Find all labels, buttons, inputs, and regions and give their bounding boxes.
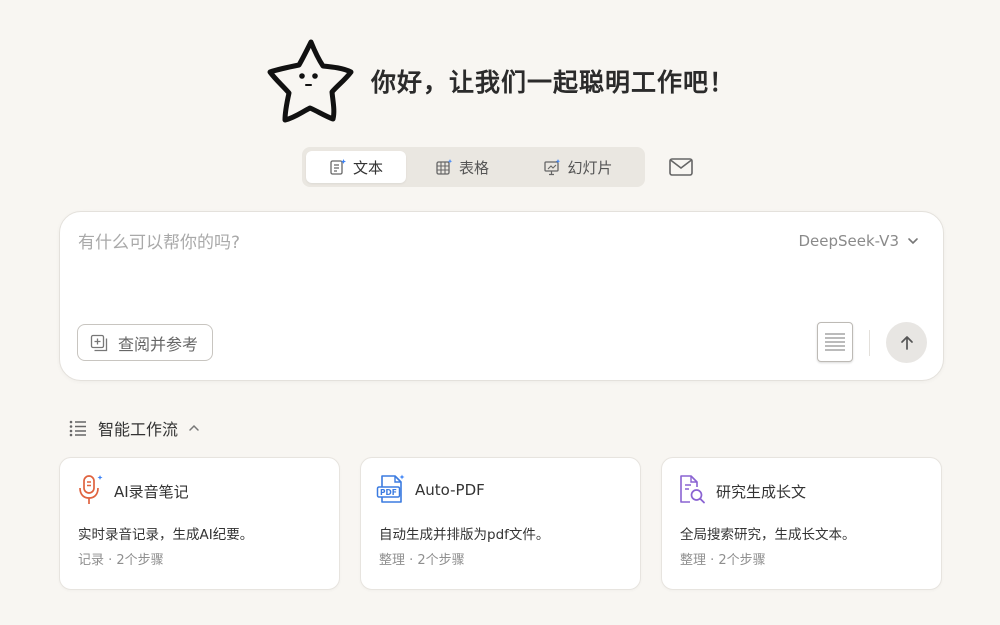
app-root: 你好，让我们一起聪明工作吧！ 文本 表格 幻灯片 有什么可以帮你的吗? Deep…	[0, 0, 1000, 625]
document-button[interactable]	[817, 322, 853, 362]
svg-text:PDF: PDF	[380, 488, 397, 497]
table-icon	[436, 159, 453, 175]
reference-button-label: 查阅并参考	[118, 334, 199, 354]
toolbar-divider	[869, 330, 870, 356]
tab-table[interactable]: 表格	[406, 151, 518, 183]
tab-text[interactable]: 文本	[306, 151, 406, 183]
chevron-down-icon	[908, 238, 918, 245]
send-button[interactable]	[886, 322, 927, 363]
workflow-card-meta: 记录 · 2个步骤	[78, 553, 164, 568]
workflow-card-ai-recording[interactable]: AI录音笔记 实时录音记录，生成AI纪要。 记录 · 2个步骤	[59, 457, 340, 590]
workflow-card-auto-pdf[interactable]: PDF Auto-PDF 自动生成并排版为pdf文件。 整理 · 2个步骤	[360, 457, 641, 590]
hero: 你好，让我们一起聪明工作吧！	[265, 36, 735, 126]
workflow-card-title: 研究生成长文	[716, 483, 807, 501]
workflow-card-title: AI录音笔记	[114, 483, 189, 501]
text-doc-icon	[330, 159, 346, 175]
mail-button[interactable]	[668, 155, 696, 181]
chevron-up-icon	[189, 424, 199, 431]
workflow-section-toggle[interactable]: 智能工作流	[68, 416, 200, 440]
workflow-card-description: 实时录音记录，生成AI纪要。	[78, 527, 254, 543]
tab-table-label: 表格	[458, 158, 489, 177]
microphone-icon	[79, 475, 103, 504]
workflow-card-title: Auto-PDF	[415, 481, 485, 499]
pdf-icon: PDF	[376, 474, 405, 503]
mode-tabs: 文本 表格 幻灯片	[302, 147, 645, 187]
mail-icon	[669, 158, 693, 176]
workflow-card-research-longform[interactable]: 研究生成长文 全局搜索研究，生成长文本。 整理 · 2个步骤	[661, 457, 942, 590]
tab-slides[interactable]: 幻灯片	[518, 151, 638, 183]
model-selector[interactable]: DeepSeek-V3	[798, 232, 919, 250]
doc-search-icon	[680, 475, 705, 504]
chat-input-card: DeepSeek-V3 查阅并参考	[59, 211, 944, 381]
reference-button[interactable]: 查阅并参考	[77, 324, 214, 361]
document-lines-icon	[825, 333, 845, 351]
workflow-card-description: 自动生成并排版为pdf文件。	[379, 527, 550, 543]
tab-slides-label: 幻灯片	[567, 158, 613, 177]
workflow-card-meta: 整理 · 2个步骤	[680, 553, 766, 568]
prompt-input[interactable]	[78, 228, 758, 258]
slides-icon	[544, 159, 561, 176]
workflow-card-meta: 整理 · 2个步骤	[379, 553, 465, 568]
tab-text-label: 文本	[352, 158, 383, 177]
workflow-section-title: 智能工作流	[98, 420, 179, 439]
arrow-up-icon	[900, 335, 913, 350]
list-icon	[69, 420, 86, 437]
add-reference-icon	[90, 334, 108, 351]
workflow-card-description: 全局搜索研究，生成长文本。	[680, 527, 856, 543]
star-mascot-icon	[267, 39, 354, 123]
model-selector-label: DeepSeek-V3	[798, 232, 899, 250]
page-title: 你好，让我们一起聪明工作吧！	[371, 68, 736, 97]
